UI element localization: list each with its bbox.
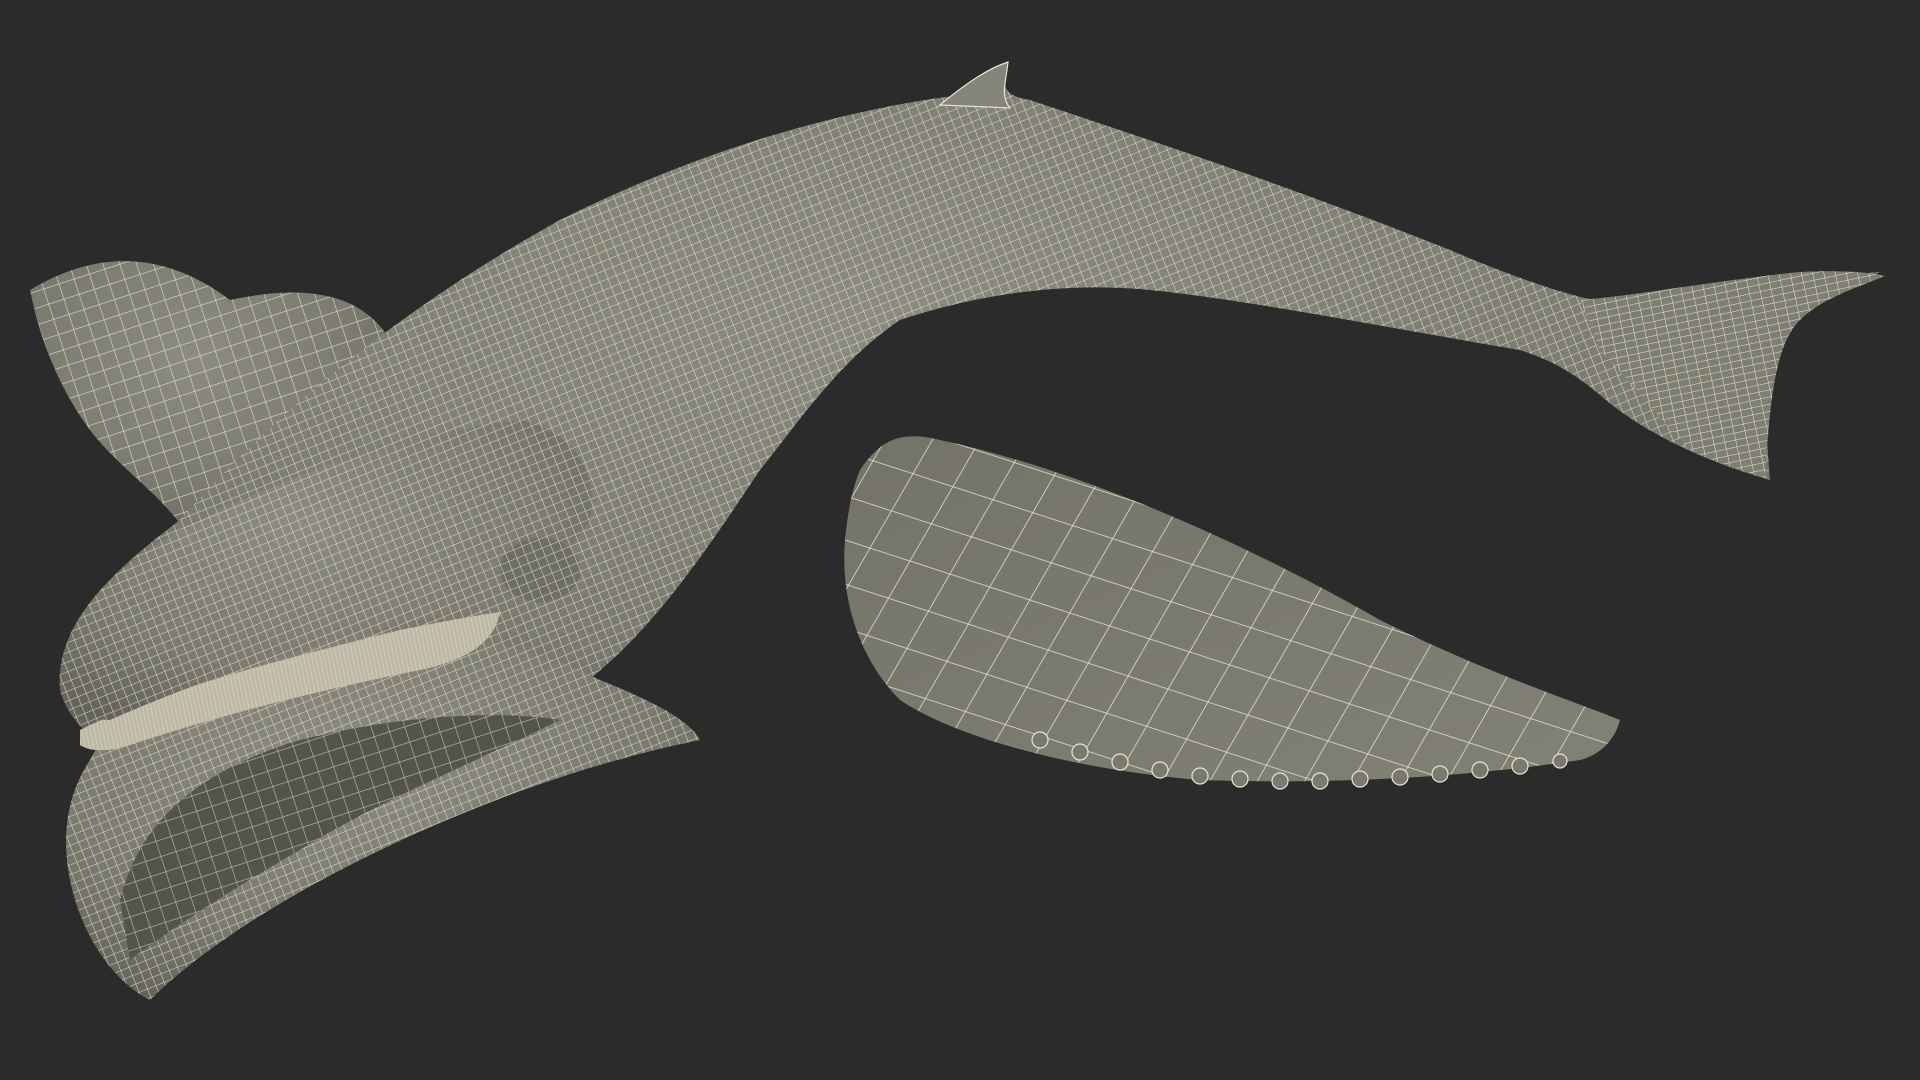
tail-fluke: [1580, 271, 1885, 478]
render-viewport: [0, 0, 1920, 1080]
right-pectoral-fin: [844, 436, 1620, 790]
dorsal-fin: [938, 61, 1012, 109]
whale-render: [30, 61, 1885, 1000]
